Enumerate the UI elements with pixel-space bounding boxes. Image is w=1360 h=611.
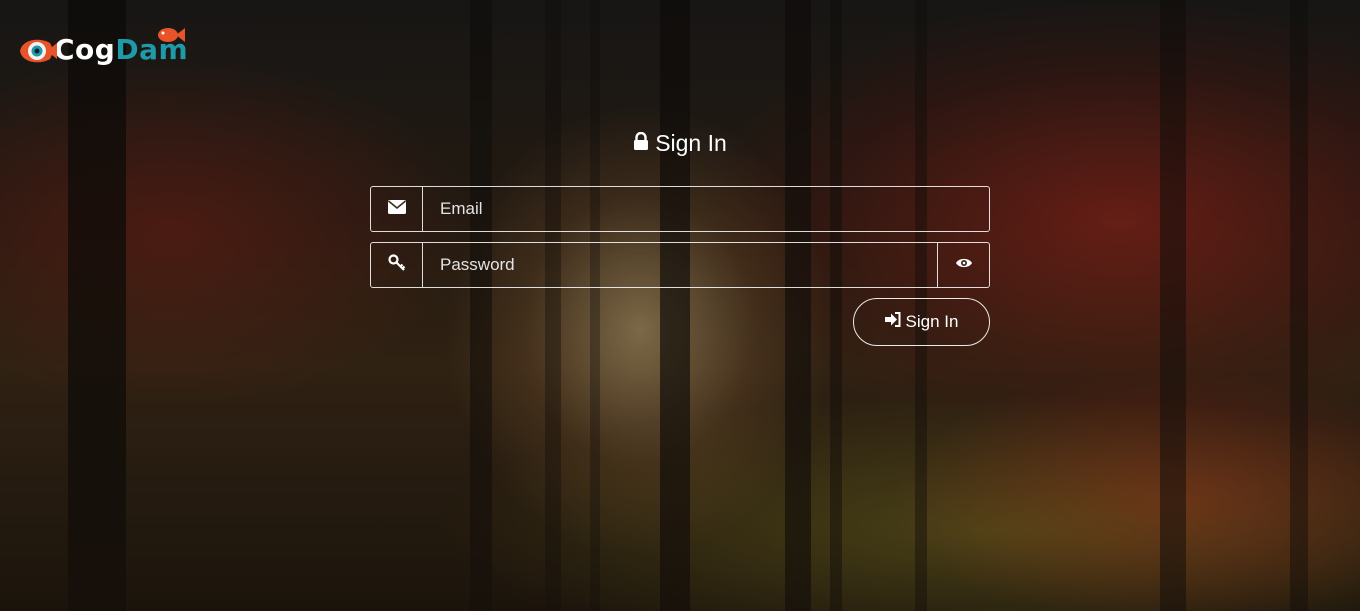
password-input[interactable] — [423, 243, 937, 287]
page-title-text: Sign In — [655, 130, 727, 156]
brand-logo[interactable]: CogDam — [16, 26, 188, 72]
email-input[interactable] — [423, 187, 989, 231]
password-field — [370, 242, 990, 288]
password-addon — [371, 243, 423, 287]
cog-logo-icon — [16, 29, 58, 69]
sign-in-button-label: Sign In — [905, 312, 959, 331]
show-password-toggle[interactable] — [937, 243, 989, 287]
sign-in-button[interactable]: Sign In — [853, 298, 990, 346]
fish-icon — [156, 26, 186, 49]
sign-in-icon — [884, 312, 901, 332]
lock-icon — [633, 130, 649, 157]
key-icon — [387, 253, 406, 277]
brand-name-part1: Cog — [54, 32, 116, 66]
eye-icon — [955, 256, 973, 274]
login-page: CogDam Sign In Email Sign In — [0, 0, 1360, 611]
background-overlay — [0, 0, 1360, 611]
email-addon — [371, 187, 423, 231]
envelope-icon — [387, 199, 406, 219]
email-field — [370, 186, 990, 232]
page-title: Sign In — [0, 130, 1360, 157]
